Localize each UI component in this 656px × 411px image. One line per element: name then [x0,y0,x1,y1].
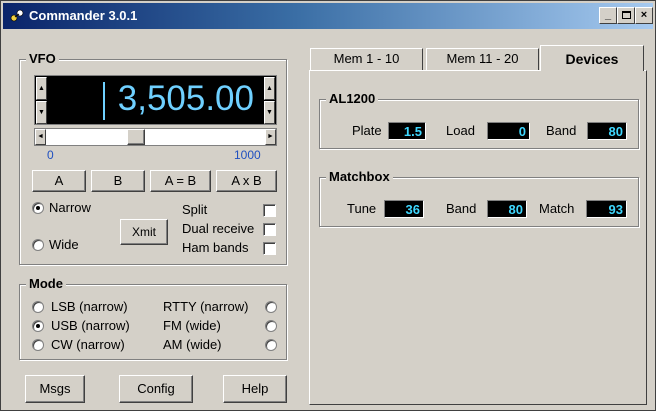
narrow-radio[interactable] [32,202,44,214]
dual-receive-label: Dual receive [182,221,255,236]
dual-receive-checkbox[interactable] [263,223,276,236]
plate-label: Plate [352,123,382,138]
mode-usb-label: USB (narrow) [51,318,130,333]
maximize-button[interactable] [617,7,635,24]
wide-label: Wide [49,237,79,252]
freq-up-left-button[interactable]: ▲ [36,77,47,100]
mode-lsb-radio[interactable] [32,301,44,313]
maximize-icon [621,11,631,19]
tab-mem-11-20[interactable]: Mem 11 - 20 [426,48,539,70]
vfo-b-button[interactable]: B [91,170,145,192]
vfo-label: VFO [26,51,59,66]
al1200-band-readout: 80 [587,122,627,140]
title-bar[interactable]: Commander 3.0.1 _ × [3,3,653,29]
wide-radio[interactable] [32,239,44,251]
split-label: Split [182,202,208,217]
mode-cw-radio[interactable] [32,339,44,351]
ham-bands-label: Ham bands [182,240,249,255]
matchbox-band-label: Band [446,201,477,216]
ham-bands-checkbox[interactable] [263,242,276,255]
freq-down-right-button[interactable]: ▼ [264,101,275,124]
close-button[interactable]: × [635,7,653,24]
matchbox-band-readout: 80 [487,200,527,218]
tune-label: Tune [347,201,377,216]
freq-down-left-button[interactable]: ▼ [36,101,47,124]
tab-devices[interactable]: Devices [540,45,644,71]
vfo-slider[interactable]: ◄ ► [34,128,277,146]
help-button[interactable]: Help [223,375,287,403]
narrow-label: Narrow [49,200,91,215]
mode-am-radio[interactable] [265,339,277,351]
match-readout: 93 [586,200,627,218]
vfo-a-button[interactable]: A [32,170,86,192]
mode-fm-label: FM (wide) [163,318,221,333]
mode-lsb-label: LSB (narrow) [51,299,128,314]
slider-left-arrow[interactable]: ◄ [35,129,46,145]
mode-fm-radio[interactable] [265,320,277,332]
freq-up-right-button[interactable]: ▲ [264,77,275,100]
minimize-button[interactable]: _ [599,7,617,24]
app-icon [10,9,24,22]
close-icon: × [640,9,648,21]
matchbox-label: Matchbox [326,169,393,184]
mode-cw-label: CW (narrow) [51,337,125,352]
freq-cursor [103,82,105,120]
match-label: Match [539,201,575,216]
al1200-label: AL1200 [326,91,379,106]
mode-rtty-radio[interactable] [265,301,277,313]
slider-thumb[interactable] [126,129,145,145]
msgs-button[interactable]: Msgs [25,375,85,403]
mode-am-label: AM (wide) [163,337,222,352]
slider-min-label: 0 [47,148,54,162]
load-readout: 0 [487,122,530,140]
minimize-icon: _ [604,9,612,21]
frequency-display[interactable]: ▲ ▼ 3,505.00 ▲ ▼ [34,75,277,125]
slider-max-label: 1000 [234,148,261,162]
al1200-band-label: Band [546,123,577,138]
slider-right-arrow[interactable]: ► [265,129,276,145]
config-button[interactable]: Config [119,375,193,403]
window-title: Commander 3.0.1 [29,8,138,23]
load-label: Load [446,123,475,138]
mode-usb-radio[interactable] [32,320,44,332]
xmit-button[interactable]: Xmit [120,219,168,245]
mode-label: Mode [26,276,66,291]
vfo-a-swap-b-button[interactable]: A x B [216,170,277,192]
mode-rtty-label: RTTY (narrow) [163,299,249,314]
app-window: Commander 3.0.1 _ × VFO ▲ ▼ 3,505.00 ▲ ▼… [0,0,656,411]
plate-readout: 1.5 [388,122,426,140]
split-checkbox[interactable] [263,204,276,217]
tune-readout: 36 [384,200,424,218]
vfo-a-equals-b-button[interactable]: A = B [150,170,211,192]
frequency-value: 3,505.00 [117,79,254,118]
tab-mem-1-10[interactable]: Mem 1 - 10 [310,48,423,70]
